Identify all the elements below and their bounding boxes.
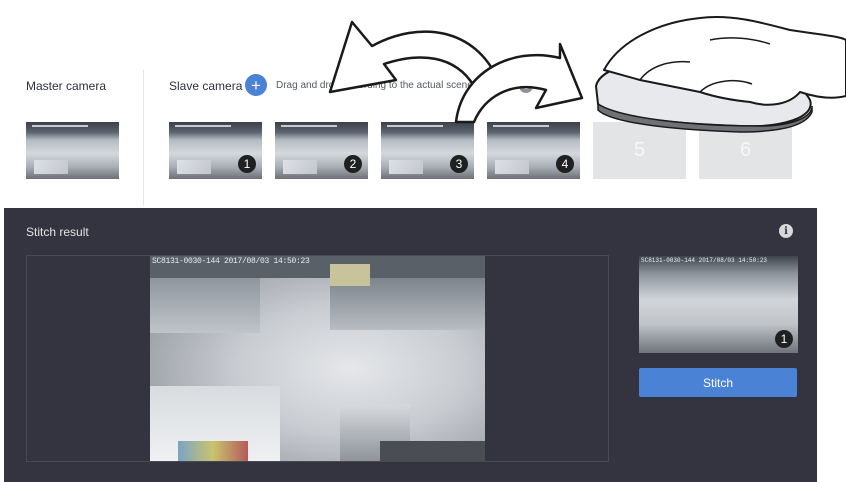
stitched-image: SC8131-0030-144 2017/08/03 14:50:23 bbox=[150, 256, 485, 461]
camera-number-badge: 1 bbox=[775, 330, 793, 348]
slave-slot-1[interactable]: 1 bbox=[169, 122, 262, 179]
slave-slot-4[interactable]: 4 bbox=[487, 122, 580, 179]
stitch-button[interactable]: Stitch bbox=[639, 368, 797, 397]
slave-slot-3[interactable]: 3 bbox=[381, 122, 474, 179]
camera-timestamp-overlay: SC8131-0030-144 2017/08/03 14:50:23 bbox=[641, 257, 768, 264]
slot-number-badge: 2 bbox=[344, 155, 362, 173]
slot-number-badge: 4 bbox=[556, 155, 574, 173]
stitch-result-panel: Stitch result i SC8131-0030-144 2017/08/… bbox=[4, 208, 817, 482]
slot-number-badge: 3 bbox=[450, 155, 468, 173]
camera-timestamp-overlay: SC8131-0030-144 2017/08/03 14:50:23 bbox=[152, 257, 310, 266]
master-camera-label: Master camera bbox=[26, 79, 107, 93]
info-icon[interactable]: i bbox=[519, 79, 533, 93]
add-slave-camera-button[interactable]: + bbox=[245, 74, 267, 96]
drag-drop-hint: Drag and drop according to the actual sc… bbox=[276, 80, 478, 91]
section-divider bbox=[143, 70, 144, 206]
slave-slot-5-empty[interactable]: 5 bbox=[593, 122, 686, 179]
slave-slot-2[interactable]: 2 bbox=[275, 122, 368, 179]
slave-slot-6-empty[interactable]: 6 bbox=[699, 122, 792, 179]
master-camera-thumbnail[interactable] bbox=[26, 122, 119, 179]
slave-camera-label: Slave camera bbox=[169, 79, 243, 93]
stitch-result-title: Stitch result bbox=[26, 225, 89, 239]
mouse-hand-illustration-icon bbox=[594, 15, 846, 133]
slot-number-badge: 1 bbox=[238, 155, 256, 173]
plus-icon: + bbox=[251, 75, 261, 95]
selected-camera-preview: SC8131-0030-144 2017/08/03 14:50:23 1 bbox=[639, 256, 798, 353]
info-icon[interactable]: i bbox=[779, 224, 793, 238]
